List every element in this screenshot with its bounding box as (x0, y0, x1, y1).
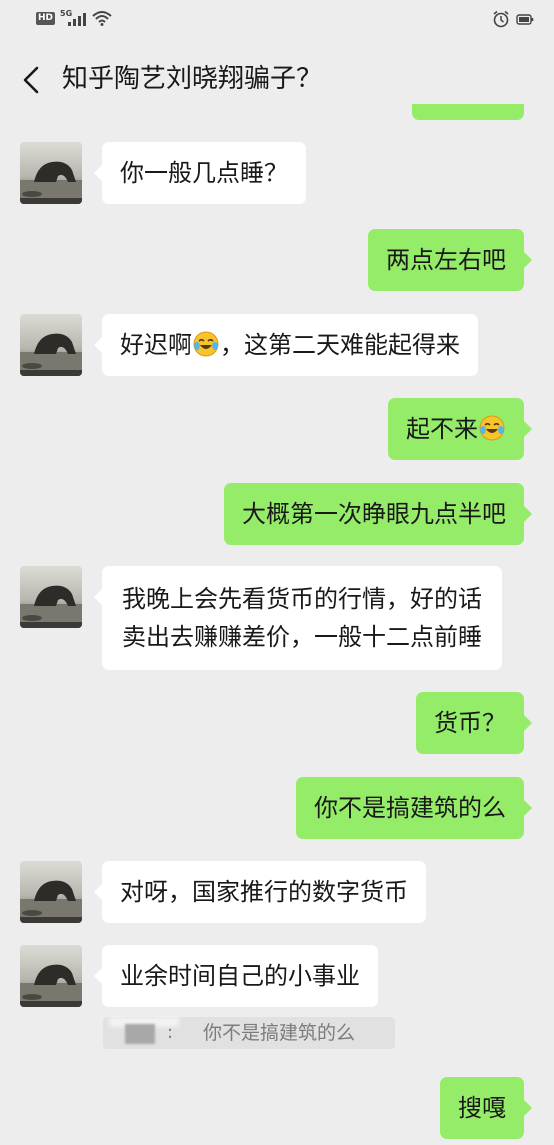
sent-message-bubble[interactable]: 大概第一次睁眼九点半吧 (224, 483, 532, 545)
message-text: 两点左右吧 (386, 246, 506, 274)
received-message-bubble[interactable]: 对呀，国家推行的数字货币 (94, 861, 426, 923)
message-text: 你不是搞建筑的么 (314, 794, 506, 822)
sent-message-bubble[interactable]: 搜嘎 (440, 1077, 532, 1139)
message-text-before: 好迟啊 (120, 331, 192, 359)
message-text: 你一般几点睡？ (120, 159, 288, 187)
battery-icon (516, 14, 534, 25)
quote-text: 你不是搞建筑的么 (203, 1022, 356, 1044)
sent-message-bubble[interactable]: 起不来 (388, 398, 532, 460)
quoted-message[interactable]: : 你不是搞建筑的么 (103, 1017, 395, 1049)
redacted-sender-thumbnail (125, 1024, 155, 1044)
contact-avatar[interactable] (20, 861, 82, 923)
received-message-bubble[interactable]: 好迟啊 ，这第二天难能起得来 (94, 314, 478, 376)
message-text: 业余时间自己的小事业 (120, 962, 360, 990)
contact-avatar[interactable] (20, 314, 82, 376)
status-bar: HD 5G (0, 0, 554, 40)
sent-message-bubble[interactable]: 你不是搞建筑的么 (296, 777, 532, 839)
received-message-bubble[interactable]: 你一般几点睡？ (94, 142, 306, 204)
message-text-before: 起不来 (406, 415, 478, 443)
received-message-bubble[interactable]: 我晚上会先看货币的行情，好的话 卖出去赚赚差价，一般十二点前睡 (94, 566, 502, 670)
wifi-icon (92, 11, 112, 26)
laughing-tears-emoji-icon (479, 415, 505, 441)
message-text: 货币？ (434, 709, 506, 737)
message-text-after: ，这第二天难能起得来 (220, 331, 460, 359)
sent-message-bubble[interactable]: 货币？ (416, 692, 532, 754)
message-text-line: 卖出去赚赚差价，一般十二点前睡 (122, 623, 482, 651)
laughing-tears-emoji-icon (193, 331, 219, 357)
contact-avatar[interactable] (20, 566, 82, 628)
contact-avatar[interactable] (20, 142, 82, 204)
previous-message-bubble[interactable] (412, 104, 524, 120)
message-text: 搜嘎 (458, 1094, 506, 1122)
hd-badge: HD (36, 12, 56, 25)
received-message-bubble[interactable]: 业余时间自己的小事业 (94, 945, 378, 1007)
signal-icon (68, 13, 86, 26)
message-text: 大概第一次睁眼九点半吧 (242, 500, 506, 528)
alarm-icon (493, 10, 509, 28)
contact-avatar[interactable] (20, 945, 82, 1007)
chat-title: 知乎陶艺刘晓翔骗子？ (62, 64, 323, 94)
sent-message-bubble[interactable]: 两点左右吧 (368, 229, 532, 291)
message-text-line: 我晚上会先看货币的行情，好的话 (122, 585, 482, 613)
quote-separator: : (167, 1022, 174, 1043)
back-arrow-icon[interactable] (20, 62, 42, 98)
message-text: 对呀，国家推行的数字货币 (120, 878, 408, 906)
